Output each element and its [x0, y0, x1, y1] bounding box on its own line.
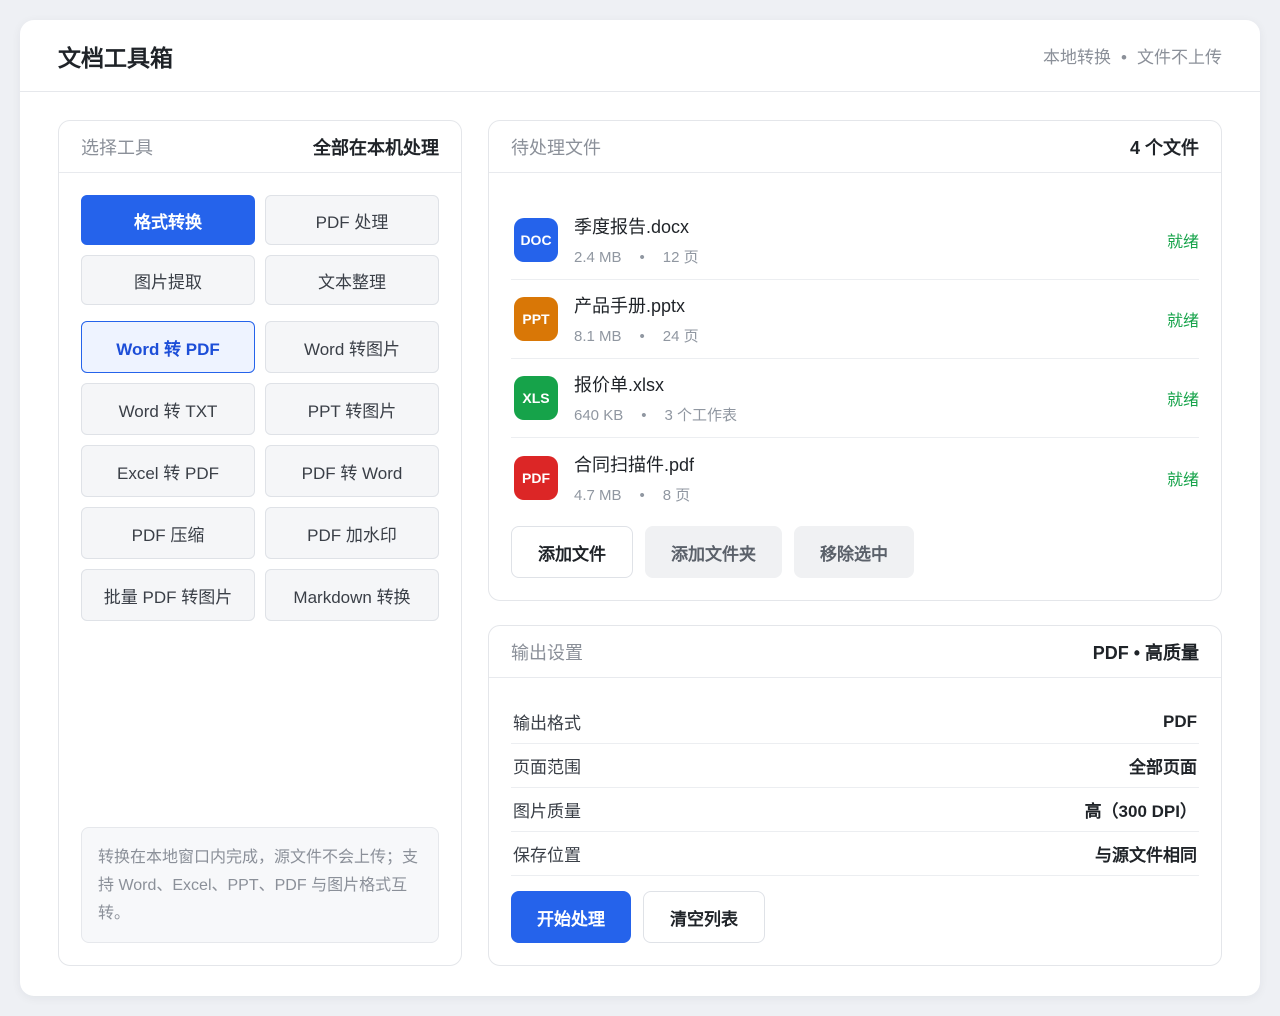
file-actions: 添加文件 添加文件夹 移除选中	[511, 526, 914, 578]
file-sheets: 3 个工作表	[664, 407, 737, 424]
file-status: 就绪	[1166, 392, 1199, 409]
tab-format-convert[interactable]: 格式转换	[81, 195, 255, 245]
file-meta: 8.1 MB • 24 页	[574, 325, 699, 346]
header-note-dot: •	[1121, 48, 1127, 67]
setting-label: 页面范围	[513, 758, 581, 777]
pdf-file-icon: PDF	[514, 455, 558, 500]
setting-value: 与源文件相同	[1095, 846, 1197, 865]
setting-output-format[interactable]: 输出格式 PDF	[511, 700, 1199, 744]
files-panel-label: 待处理文件	[511, 137, 601, 158]
setting-value: 全部页面	[1129, 758, 1197, 777]
category-tabs: 格式转换 PDF 处理 图片提取 文本整理	[81, 195, 439, 305]
file-row[interactable]: PPT 产品手册.pptx 8.1 MB • 24 页 就绪	[511, 280, 1199, 359]
tool-pdf-watermark[interactable]: PDF 加水印	[265, 507, 439, 559]
add-file-button[interactable]: 添加文件	[511, 526, 633, 578]
tool-word-to-txt[interactable]: Word 转 TXT	[81, 383, 255, 435]
tool-excel-to-pdf[interactable]: Excel 转 PDF	[81, 445, 255, 497]
header-note: 本地转换 • 文件不上传	[1043, 43, 1222, 68]
file-row[interactable]: PDF 合同扫描件.pdf 4.7 MB • 8 页 就绪	[511, 438, 1199, 517]
tab-image-extract[interactable]: 图片提取	[81, 255, 255, 305]
output-panel-label: 输出设置	[511, 642, 583, 663]
output-panel: 输出设置 PDF • 高质量 输出格式 PDF 页面范围 全部页面 图片质量 高…	[488, 625, 1222, 966]
doc-file-icon: DOC	[514, 218, 558, 262]
file-pages: 24 页	[662, 328, 699, 345]
file-meta: 2.4 MB • 12 页	[574, 246, 699, 267]
output-summary: PDF • 高质量	[1092, 642, 1199, 663]
output-actions: 开始处理 清空列表	[511, 891, 765, 943]
file-meta: 4.7 MB • 8 页	[574, 484, 694, 505]
settings-list: 输出格式 PDF 页面范围 全部页面 图片质量 高（300 DPI） 保存位置 …	[511, 700, 1199, 876]
file-size: 640 KB	[574, 407, 624, 424]
setting-image-quality[interactable]: 图片质量 高（300 DPI）	[511, 788, 1199, 832]
tool-batch-pdf-to-image[interactable]: 批量 PDF 转图片	[81, 569, 255, 621]
setting-label: 输出格式	[513, 714, 581, 733]
app-title: 文档工具箱	[58, 44, 173, 71]
tool-panel-value: 全部在本机处理	[313, 137, 439, 158]
hint-box: 转换在本地窗口内完成，源文件不会上传；支持 Word、Excel、PPT、PDF…	[81, 827, 439, 943]
add-folder-button[interactable]: 添加文件夹	[645, 526, 782, 578]
header-note-no-upload: 文件不上传	[1137, 48, 1222, 67]
tool-panel: 选择工具 全部在本机处理 格式转换 PDF 处理 图片提取 文本整理 Word …	[58, 120, 462, 966]
file-name: 产品手册.pptx	[574, 296, 686, 316]
start-processing-button[interactable]: 开始处理	[511, 891, 631, 943]
file-meta-sep: •	[639, 249, 645, 266]
tool-pdf-to-word[interactable]: PDF 转 Word	[265, 445, 439, 497]
ppt-file-icon: PPT	[514, 297, 558, 341]
tool-panel-header: 选择工具 全部在本机处理	[59, 121, 461, 173]
files-panel-header: 待处理文件 4 个文件	[489, 121, 1221, 173]
file-row[interactable]: XLS 报价单.xlsx 640 KB • 3 个工作表 就绪	[511, 359, 1199, 438]
tab-text-organize[interactable]: 文本整理	[265, 255, 439, 305]
output-panel-header: 输出设置 PDF • 高质量	[489, 626, 1221, 678]
setting-label: 保存位置	[513, 846, 581, 865]
setting-value: PDF	[1163, 711, 1197, 731]
tab-pdf-process[interactable]: PDF 处理	[265, 195, 439, 245]
app-window: 文档工具箱 本地转换 • 文件不上传 选择工具 全部在本机处理 格式转换 PDF 处…	[20, 20, 1260, 996]
file-status: 就绪	[1166, 313, 1199, 330]
file-meta-sep: •	[639, 486, 645, 504]
remove-selected-button[interactable]: 移除选中	[794, 526, 914, 578]
file-name: 合同扫描件.pdf	[574, 454, 695, 475]
file-meta-sep: •	[639, 328, 645, 345]
setting-label: 图片质量	[513, 802, 581, 821]
header-note-local: 本地转换	[1043, 48, 1112, 67]
file-list: DOC 季度报告.docx 2.4 MB • 12 页 就绪 PPT 产品手册.pp…	[511, 201, 1199, 517]
file-pages: 8 页	[662, 486, 691, 504]
tool-markdown-convert[interactable]: Markdown 转换	[265, 569, 439, 621]
tool-grid: 格式转换 PDF 处理 图片提取 文本整理 Word 转 PDF Word 转图…	[81, 195, 439, 631]
file-count: 4 个文件	[1129, 137, 1199, 158]
file-size: 8.1 MB	[574, 328, 622, 345]
file-meta: 640 KB • 3 个工作表	[574, 404, 737, 425]
file-status: 就绪	[1166, 471, 1199, 489]
tool-word-to-image[interactable]: Word 转图片	[265, 321, 439, 373]
file-status: 就绪	[1166, 234, 1199, 251]
xls-file-icon: XLS	[514, 376, 558, 420]
setting-save-location[interactable]: 保存位置 与源文件相同	[511, 832, 1199, 876]
file-row[interactable]: DOC 季度报告.docx 2.4 MB • 12 页 就绪	[511, 201, 1199, 280]
tool-pdf-compress[interactable]: PDF 压缩	[81, 507, 255, 559]
tool-ppt-to-image[interactable]: PPT 转图片	[265, 383, 439, 435]
files-panel: 待处理文件 4 个文件 DOC 季度报告.docx 2.4 MB • 12 页 就绪…	[488, 120, 1222, 601]
setting-value: 高（300 DPI）	[1084, 802, 1197, 821]
file-name: 报价单.xlsx	[574, 375, 664, 395]
app-header: 文档工具箱 本地转换 • 文件不上传	[20, 20, 1260, 92]
file-name: 季度报告.docx	[574, 217, 690, 237]
setting-page-range[interactable]: 页面范围 全部页面	[511, 744, 1199, 788]
file-pages: 12 页	[662, 249, 699, 266]
file-size: 2.4 MB	[574, 249, 622, 266]
file-size: 4.7 MB	[574, 486, 622, 504]
clear-list-button[interactable]: 清空列表	[643, 891, 765, 943]
file-meta-sep: •	[641, 407, 647, 424]
tool-panel-label: 选择工具	[81, 137, 153, 158]
tool-word-to-pdf[interactable]: Word 转 PDF	[81, 321, 255, 373]
